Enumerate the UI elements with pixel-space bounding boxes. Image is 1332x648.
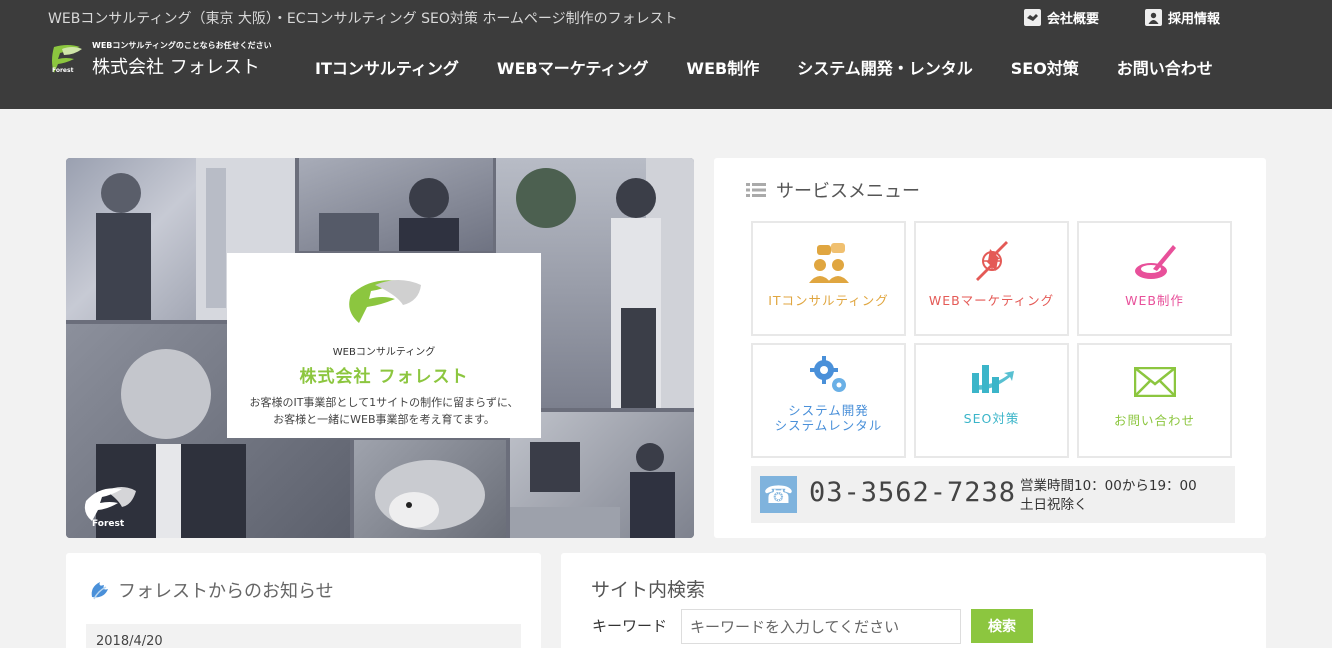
forest-logo-white-icon: [84, 487, 136, 521]
service-system-development-line-2: システムレンタル: [774, 418, 883, 433]
news-heading: フォレストからのお知らせ: [88, 577, 334, 603]
keyword-label: キーワード: [592, 617, 668, 635]
service-web-marketing-label: WEBマーケティング: [928, 293, 1055, 308]
photo-hedgehog: [354, 440, 506, 538]
business-hours: 営業時間10：00から19：00 土日祝除く: [1020, 477, 1197, 515]
service-contact[interactable]: お問い合わせ: [1077, 343, 1232, 458]
site-logo[interactable]: Forest WEBコンサルティングのことならお任せください 株式会社 フォレス…: [48, 40, 272, 79]
phone-contact-bar: ☎ 03-3562-7238 営業時間10：00から19：00 土日祝除く: [751, 466, 1235, 523]
recruit-link[interactable]: 採用情報: [1144, 8, 1220, 27]
hero-collage: WEBコンサルティング 株式会社 フォレスト お客様のIT事業部として1サイトの…: [66, 158, 694, 538]
list-icon: [746, 183, 766, 197]
service-system-development-label: システム開発 システムレンタル: [753, 403, 904, 433]
search-title: サイト内検索: [591, 579, 706, 601]
news-date: 2018/4/20: [96, 634, 163, 648]
service-web-production[interactable]: WEB制作: [1077, 221, 1232, 336]
service-web-production-label: WEB制作: [1125, 293, 1184, 308]
business-hours-time: 営業時間10：00から19：00: [1020, 478, 1197, 494]
nav-system-development[interactable]: システム開発・レンタル: [778, 55, 992, 79]
news-title: フォレストからのお知らせ: [118, 581, 334, 602]
logo-mark-text: Forest: [52, 66, 74, 74]
logo-tagline: WEBコンサルティングのことならお任せください: [92, 41, 272, 50]
business-hours-closed: 土日祝除く: [1020, 497, 1088, 513]
top-links: 会社概要 採用情報: [1023, 8, 1220, 27]
service-contact-label: お問い合わせ: [1113, 413, 1195, 428]
forest-logo-icon: Forest: [48, 43, 84, 77]
keyword-search-input[interactable]: [681, 609, 961, 644]
news-item[interactable]: 2018/4/20: [86, 624, 521, 648]
service-seo[interactable]: SEO対策: [914, 343, 1069, 458]
service-menu-panel: サービスメニュー ITコンサルティング WEBマーケティング WEB制作 システ…: [714, 158, 1266, 538]
phone-number[interactable]: 03-3562-7238: [809, 477, 1016, 508]
paint-brush-icon: [1079, 223, 1230, 283]
nav-seo[interactable]: SEO対策: [992, 55, 1098, 79]
main-nav: ITコンサルティング WEBマーケティング WEB制作 システム開発・レンタル …: [296, 55, 1232, 79]
hero-description-line-2: お客様と一緒にWEB事業部を考え育てます。: [273, 413, 495, 426]
hero-subtitle: WEBコンサルティング: [332, 347, 436, 358]
site-header: WEBコンサルティング（東京 大阪）・ECコンサルティング SEO対策 ホームペ…: [0, 0, 1332, 109]
site-search-panel: サイト内検索 キーワード 検索: [561, 553, 1266, 648]
service-web-marketing[interactable]: WEBマーケティング: [914, 221, 1069, 336]
nav-it-consulting[interactable]: ITコンサルティング: [296, 55, 478, 79]
mail-envelope-icon: [1079, 345, 1230, 397]
recruit-label: 採用情報: [1167, 12, 1220, 27]
gears-icon: [753, 345, 904, 395]
service-it-consulting-label: ITコンサルティング: [768, 293, 889, 308]
hero-description: お客様のIT事業部として1サイトの制作に留まらずに、 お客様と一緒にWEB事業部…: [227, 394, 541, 428]
handshake-icon: [1023, 9, 1041, 26]
company-profile-link[interactable]: 会社概要: [1023, 8, 1099, 27]
photo-woman-office: [299, 158, 493, 251]
hero-logo-text: Forest: [92, 519, 125, 529]
nav-web-marketing[interactable]: WEBマーケティング: [478, 55, 668, 79]
search-button[interactable]: 検索: [971, 609, 1033, 643]
service-it-consulting[interactable]: ITコンサルティング: [751, 221, 906, 336]
rising-chart-icon: [916, 345, 1067, 395]
site-tagline: WEBコンサルティング（東京 大阪）・ECコンサルティング SEO対策 ホームペ…: [48, 11, 678, 27]
service-seo-label: SEO対策: [963, 411, 1020, 426]
forest-logo-icon: [349, 280, 421, 323]
service-menu-heading: サービスメニュー: [746, 177, 920, 203]
nav-web-production[interactable]: WEB制作: [667, 55, 778, 79]
hero-logo-mark: Forest: [82, 483, 138, 531]
company-profile-label: 会社概要: [1046, 12, 1099, 27]
consulting-people-icon: [753, 223, 904, 283]
telephone-icon: ☎: [760, 476, 797, 513]
logo-company-name: 株式会社 フォレスト: [92, 57, 260, 78]
service-system-development[interactable]: システム開発 システムレンタル: [751, 343, 906, 458]
nav-contact[interactable]: お問い合わせ: [1098, 55, 1232, 79]
hero-company-name: 株式会社 フォレスト: [299, 367, 469, 387]
person-icon: [1144, 9, 1162, 26]
service-menu-title: サービスメニュー: [776, 181, 920, 202]
hero-intro-card: WEBコンサルティング 株式会社 フォレスト お客様のIT事業部として1サイトの…: [227, 253, 541, 438]
news-panel: フォレストからのお知らせ 2018/4/20: [66, 553, 541, 648]
hero-description-line-1: お客様のIT事業部として1サイトの制作に留まらずに、: [249, 396, 519, 409]
globe-arrows-icon: [916, 223, 1067, 283]
leaf-icon: [91, 582, 108, 600]
service-system-development-line-1: システム開発: [788, 403, 869, 418]
